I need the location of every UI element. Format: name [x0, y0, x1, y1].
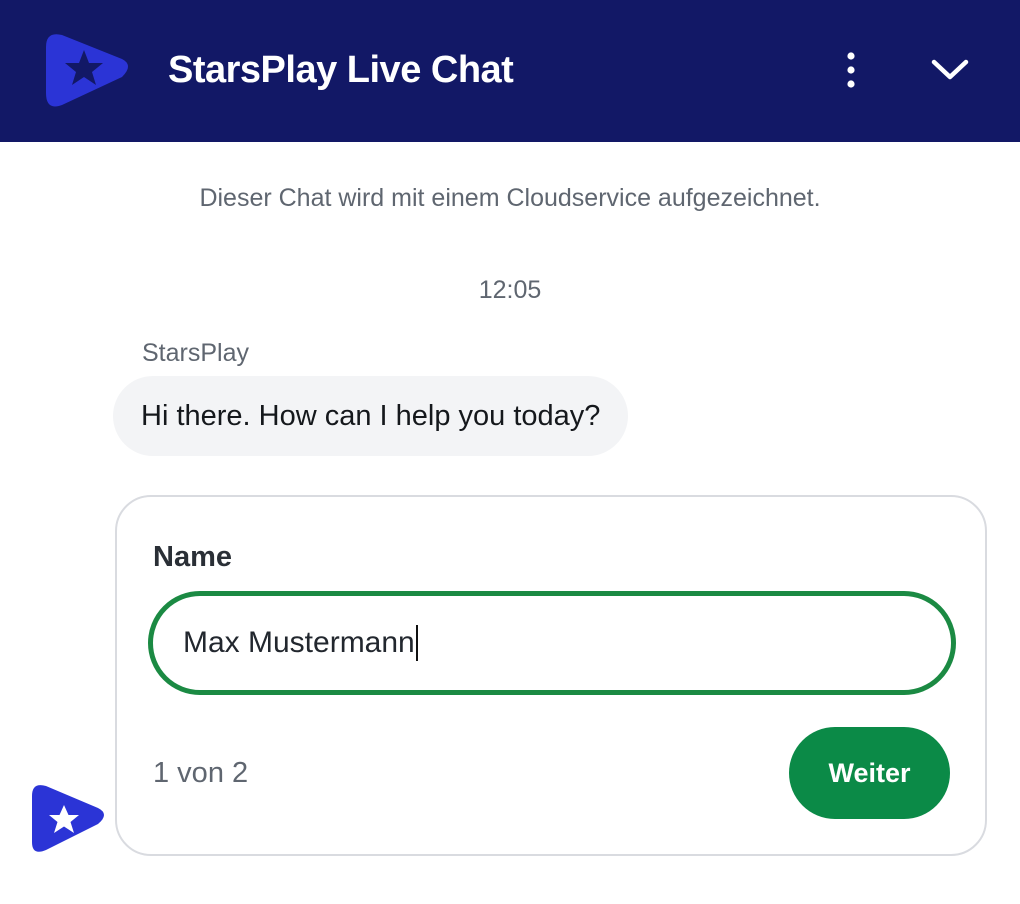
chat-header: StarsPlay Live Chat: [0, 0, 1020, 142]
name-input[interactable]: [148, 591, 956, 695]
step-indicator: 1 von 2: [153, 757, 249, 789]
name-field-label: Name: [153, 541, 232, 573]
chat-title: StarsPlay Live Chat: [168, 49, 514, 91]
next-button[interactable]: Weiter: [789, 727, 950, 819]
collapse-chat-button[interactable]: [922, 44, 978, 96]
chevron-down-icon: [931, 59, 969, 80]
name-form-card: Name Max Mustermann 1 von 2 Weiter: [115, 495, 987, 856]
starsplay-logo-icon: [38, 27, 132, 113]
agent-message-bubble: Hi there. How can I help you today?: [113, 376, 629, 456]
message-sender: StarsPlay: [142, 339, 249, 367]
more-vertical-icon: [847, 52, 855, 88]
starsplay-avatar-icon: [30, 782, 106, 858]
message-text: Hi there. How can I help you today?: [141, 399, 601, 432]
message-timestamp: 12:05: [478, 276, 542, 304]
recording-notice: Dieser Chat wird mit einem Cloudservice …: [199, 184, 821, 212]
more-options-button[interactable]: [826, 44, 876, 96]
